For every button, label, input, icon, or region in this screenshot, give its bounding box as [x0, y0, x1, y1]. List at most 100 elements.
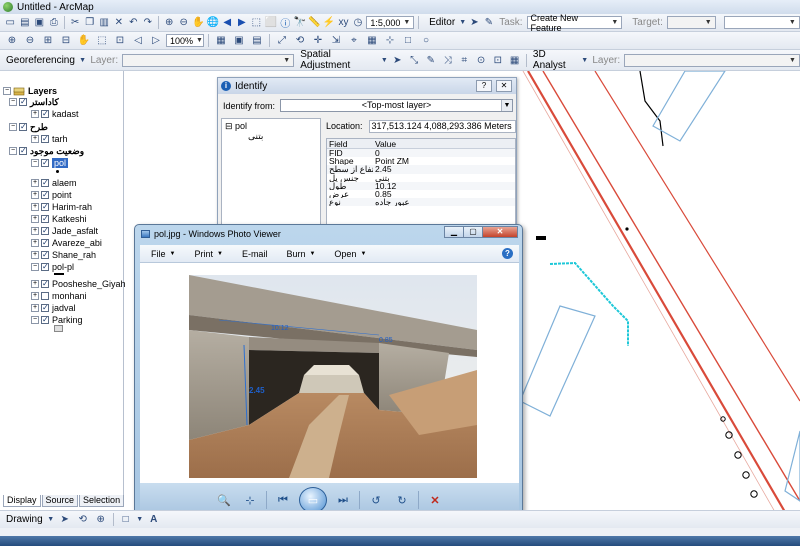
- tree-child-item[interactable]: بتنی: [248, 131, 263, 142]
- focus-frame-icon[interactable]: ▣: [231, 34, 247, 48]
- extra-combo[interactable]: ▼: [723, 16, 800, 29]
- spatial-adjustment-menu[interactable]: Spatial Adjustment: [298, 49, 378, 71]
- chevron-down-icon[interactable]: ▼: [581, 53, 588, 67]
- toc-group[interactable]: − ✓ کاداستر: [9, 96, 59, 108]
- chevron-down-icon[interactable]: ▼: [381, 53, 388, 67]
- scale-combo[interactable]: 1:5,000 ▼: [366, 16, 415, 29]
- delete-icon[interactable]: ✕: [113, 16, 126, 30]
- attribute-row[interactable]: FID 0: [327, 149, 515, 158]
- feature-point[interactable]: [625, 227, 629, 231]
- analyst-layer-combo[interactable]: ▼: [624, 53, 800, 67]
- photo-viewer-title-bar[interactable]: pol.jpg - Windows Photo Viewer: [141, 229, 281, 239]
- tab-selection[interactable]: Selection: [79, 495, 125, 507]
- expand-icon[interactable]: +: [31, 251, 39, 259]
- checkbox[interactable]: ✓: [41, 251, 49, 259]
- minimize-icon[interactable]: ▁: [444, 226, 464, 238]
- find-icon[interactable]: 🔭: [294, 16, 307, 30]
- toc-layer[interactable]: + ✓ Poosheshe_Giyahi: [31, 278, 128, 290]
- xy-icon[interactable]: xy: [337, 16, 350, 30]
- identify-icon[interactable]: ⓘ: [279, 16, 292, 30]
- full-extent-icon[interactable]: 🌐: [206, 16, 219, 30]
- checkbox[interactable]: ✓: [19, 147, 27, 155]
- delete-icon[interactable]: ✕: [425, 491, 445, 509]
- attribute-row[interactable]: طول 10.12: [327, 181, 515, 190]
- zoom-whole-page-icon[interactable]: ⬚: [94, 34, 110, 48]
- zoom-icon[interactable]: 🔍: [214, 491, 234, 509]
- georef-rotate-icon[interactable]: ⟲: [292, 34, 308, 48]
- collapse-icon[interactable]: −: [31, 263, 39, 271]
- checkbox[interactable]: ✓: [41, 179, 49, 187]
- attribute-row[interactable]: عرض 0.85: [327, 190, 515, 198]
- checkbox[interactable]: ✓: [41, 227, 49, 235]
- zoom-out-icon[interactable]: ⊖: [177, 16, 190, 30]
- previous-icon[interactable]: ⏮: [273, 491, 293, 509]
- collapse-icon[interactable]: −: [9, 123, 17, 131]
- select-features-icon[interactable]: ⬚: [250, 16, 263, 30]
- georef-scale-icon[interactable]: ⇲: [328, 34, 344, 48]
- text-icon[interactable]: A: [146, 513, 162, 527]
- expand-icon[interactable]: +: [31, 110, 39, 118]
- identity-link-icon[interactable]: ⊙: [474, 53, 489, 67]
- collapse-icon[interactable]: −: [9, 147, 17, 155]
- close-icon[interactable]: ✕: [496, 80, 512, 92]
- help-icon[interactable]: ?: [476, 80, 492, 92]
- rectangle-icon[interactable]: □: [118, 513, 134, 527]
- collapse-icon[interactable]: −: [31, 316, 39, 324]
- toc-layer[interactable]: + ✓ Jade_asfalt: [31, 225, 98, 237]
- checkbox[interactable]: ✓: [41, 316, 49, 324]
- toc-layer[interactable]: + ✓ point: [31, 189, 72, 201]
- page-pan-icon[interactable]: ✋: [76, 34, 92, 48]
- chevron-down-icon[interactable]: ▼: [136, 513, 144, 527]
- georef-fit-icon[interactable]: ⤢: [274, 34, 290, 48]
- georef-table-icon[interactable]: ▦: [364, 34, 380, 48]
- open-icon[interactable]: ▤: [19, 16, 32, 30]
- zoom-100-icon[interactable]: ⊡: [112, 34, 128, 48]
- toc-layer[interactable]: + ✓ tarh: [31, 133, 68, 145]
- print-icon[interactable]: ⎙: [48, 16, 61, 30]
- attribute-row[interactable]: Shape Point ZM: [327, 157, 515, 165]
- rotate-icon[interactable]: ⟲: [75, 513, 91, 527]
- checkbox[interactable]: ✓: [41, 239, 49, 247]
- checkbox[interactable]: ✓: [41, 135, 49, 143]
- chevron-down-icon[interactable]: ▼: [459, 16, 466, 30]
- expand-icon[interactable]: +: [31, 292, 39, 300]
- actual-size-icon[interactable]: ⊹: [240, 491, 260, 509]
- edit-tool-icon[interactable]: ➤: [468, 16, 481, 30]
- new-link-icon[interactable]: ⤡: [407, 53, 422, 67]
- toc-layer[interactable]: + ✓ jadval: [31, 302, 76, 314]
- view-links-icon[interactable]: ▦: [507, 53, 522, 67]
- file-menu[interactable]: File ▼: [151, 249, 175, 259]
- rotate-left-icon[interactable]: ↺: [366, 491, 386, 509]
- circle-icon[interactable]: ○: [418, 34, 434, 48]
- toc-group[interactable]: − ✓ طرح: [9, 121, 48, 133]
- toc-layer[interactable]: + ✓ alaem: [31, 177, 77, 189]
- georef-layer-combo[interactable]: ▼: [122, 53, 295, 67]
- expand-icon[interactable]: +: [31, 203, 39, 211]
- tree-root-item[interactable]: ⊟ pol: [225, 121, 247, 132]
- limited-adjust-icon[interactable]: ⊡: [490, 53, 505, 67]
- expand-icon[interactable]: +: [31, 135, 39, 143]
- change-layout-icon[interactable]: ▤: [249, 34, 265, 48]
- hyperlink-icon[interactable]: ⚡: [323, 16, 336, 30]
- checkbox[interactable]: ✓: [41, 280, 49, 288]
- toc-layer[interactable]: + ✓ Avareze_abi: [31, 237, 102, 249]
- modify-link-icon[interactable]: ✎: [423, 53, 438, 67]
- zoom-in-icon[interactable]: ⊕: [163, 16, 176, 30]
- page-back-icon[interactable]: ◁: [130, 34, 146, 48]
- checkbox[interactable]: ✓: [19, 123, 27, 131]
- print-menu[interactable]: Print ▼: [194, 249, 222, 259]
- copy-icon[interactable]: ❐: [83, 16, 96, 30]
- toc-layer-selected[interactable]: − ✓ pol: [31, 157, 69, 169]
- checkbox[interactable]: ✓: [41, 203, 49, 211]
- checkbox[interactable]: ✓: [41, 159, 49, 167]
- georef-link-icon[interactable]: ⌖: [346, 34, 362, 48]
- zoom-percent-combo[interactable]: 100% ▼: [166, 34, 204, 47]
- toc-layer[interactable]: + ✓ Katkeshi: [31, 213, 87, 225]
- checkbox[interactable]: [41, 292, 49, 300]
- checkbox[interactable]: ✓: [41, 191, 49, 199]
- save-icon[interactable]: ▣: [33, 16, 46, 30]
- chevron-down-icon[interactable]: ▼: [47, 513, 55, 527]
- georeferencing-menu[interactable]: Georeferencing: [4, 55, 77, 66]
- checkbox[interactable]: ✓: [41, 263, 49, 271]
- checkbox[interactable]: ✓: [41, 215, 49, 223]
